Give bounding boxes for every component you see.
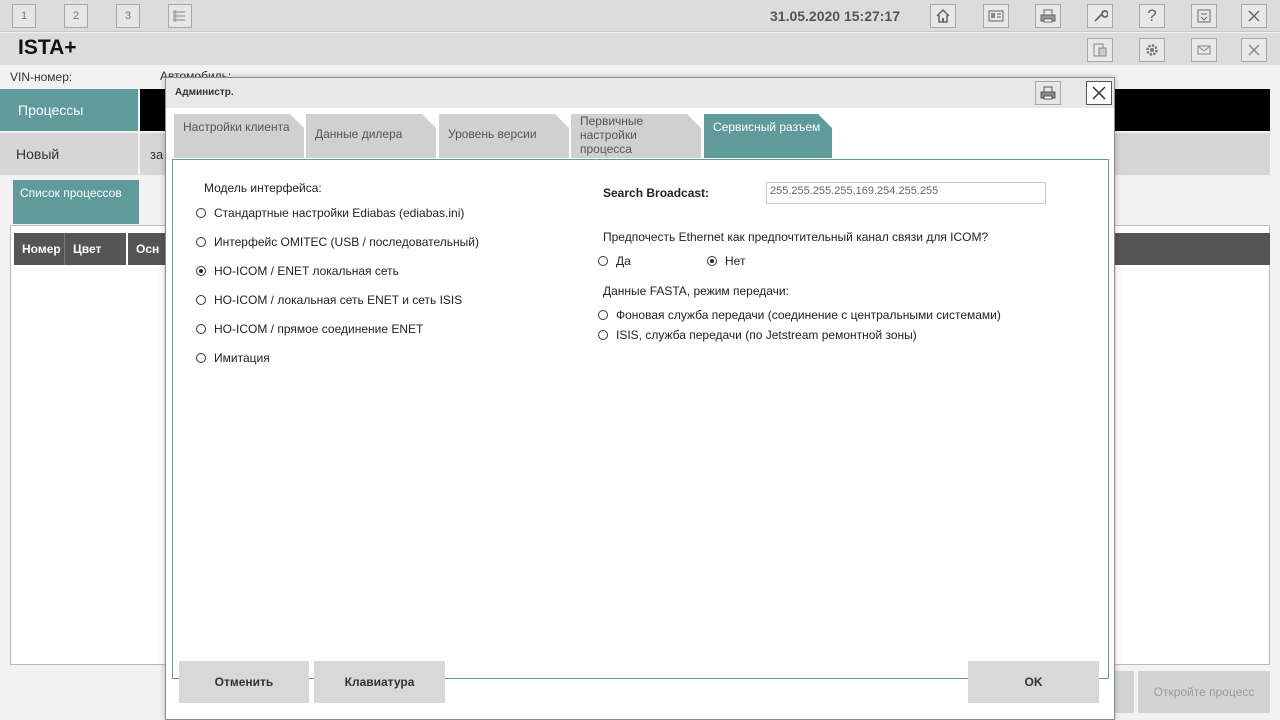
tab-dealer-data[interactable]: Данные дилера <box>306 114 436 158</box>
option-label: HO-ICOM / локальная сеть ENET и сеть ISI… <box>214 293 463 307</box>
radio-button[interactable] <box>598 256 608 266</box>
tab-client-settings[interactable]: Настройки клиента <box>174 114 304 158</box>
list-icon[interactable] <box>168 4 192 28</box>
radio-button[interactable] <box>196 353 206 363</box>
ethernet-option-yes[interactable]: Да <box>598 254 631 268</box>
workspace-tab-2[interactable]: 2 <box>64 4 88 28</box>
id-card-icon[interactable] <box>983 4 1009 28</box>
radio-button[interactable] <box>196 295 206 305</box>
option-label: HO-ICOM / прямое соединение ENET <box>214 322 424 336</box>
tab-initial-process-settings[interactable]: Первичные настройки процесса <box>571 114 701 158</box>
gear-icon[interactable] <box>1139 38 1165 62</box>
workspace-tab-1[interactable]: 1 <box>12 4 36 28</box>
radio-button[interactable] <box>196 324 206 334</box>
ethernet-option-no[interactable]: Нет <box>707 254 745 268</box>
option-label: Нет <box>725 254 746 268</box>
radio-button[interactable] <box>196 266 206 276</box>
column-header-color[interactable]: Цвет <box>64 233 126 265</box>
tab-processes-label: Процессы <box>18 102 84 118</box>
vin-label: VIN-номер: <box>10 70 73 84</box>
close-icon[interactable] <box>1086 81 1112 105</box>
radio-button[interactable] <box>707 256 717 266</box>
ok-label: OK <box>1024 675 1043 689</box>
app-title: ISTA+ <box>18 36 77 59</box>
interface-model-label: Модель интерфейса: <box>204 181 322 195</box>
column-header-main[interactable]: Осн <box>128 233 168 265</box>
cancel-label: Отменить <box>214 675 274 689</box>
tab-processes[interactable]: Процессы <box>0 89 138 131</box>
mail-icon[interactable] <box>1191 38 1217 62</box>
search-broadcast-input[interactable]: 255.255.255.255,169.254.255.255 <box>766 182 1046 204</box>
open-process-button[interactable]: Откройте процесс <box>1138 671 1270 713</box>
radio-button[interactable] <box>598 330 608 340</box>
column-header-filler <box>1115 233 1270 265</box>
interface-option-icom-direct-enet[interactable]: HO-ICOM / прямое соединение ENET <box>196 322 423 336</box>
interface-option-icom-enet-lan[interactable]: HO-ICOM / ENET локальная сеть <box>196 264 399 278</box>
ethernet-preference-label: Предпочесть Ethernet как предпочтительны… <box>603 230 989 244</box>
option-label: Интерфейс OMITEC (USB / последовательный… <box>214 235 479 249</box>
ok-button[interactable]: OK <box>968 661 1099 703</box>
option-label: Фоновая служба передачи (соединение с це… <box>616 308 1001 322</box>
column-label: Цвет <box>73 242 102 256</box>
workspace-tab-3[interactable]: 3 <box>116 4 140 28</box>
radio-button[interactable] <box>196 208 206 218</box>
dialog-titlebar <box>166 78 1114 108</box>
minimize-icon[interactable] <box>1191 4 1217 28</box>
close-icon[interactable] <box>1241 4 1267 28</box>
option-label: HO-ICOM / ENET локальная сеть <box>214 264 399 278</box>
cancel-button[interactable]: Отменить <box>179 661 309 703</box>
radio-button[interactable] <box>598 310 608 320</box>
printer-icon[interactable] <box>1035 81 1061 105</box>
keyboard-button[interactable]: Клавиатура <box>314 661 445 703</box>
new-button[interactable]: Новый <box>0 133 138 175</box>
interface-option-simulation[interactable]: Имитация <box>196 351 270 365</box>
wrench-icon[interactable] <box>1087 4 1113 28</box>
printer-icon[interactable] <box>1035 4 1061 28</box>
new-label: Новый <box>16 146 60 162</box>
interface-option-icom-enet-isis[interactable]: HO-ICOM / локальная сеть ENET и сеть ISI… <box>196 293 462 307</box>
search-broadcast-label: Search Broadcast: <box>603 186 710 200</box>
option-label: Да <box>616 254 631 268</box>
column-label: Осн <box>136 242 160 256</box>
interface-option-ediabas[interactable]: Стандартные настройки Ediabas (ediabas.i… <box>196 206 464 220</box>
tab-label: Первичные настройки процесса <box>580 114 644 156</box>
dialog-title: Администр. <box>175 87 234 98</box>
tab-label: Данные дилера <box>315 127 403 141</box>
interface-option-omitec[interactable]: Интерфейс OMITEC (USB / последовательный… <box>196 235 479 249</box>
fasta-option-isis[interactable]: ISIS, служба передачи (по Jetstream ремо… <box>598 328 917 342</box>
open-process-label: Откройте процесс <box>1153 685 1255 699</box>
keyboard-label: Клавиатура <box>344 675 415 689</box>
tab-service-connector[interactable]: Сервисный разъем <box>704 114 832 158</box>
column-header-number[interactable]: Номер <box>14 233 64 265</box>
top-toolbar: 1 2 3 31.05.2020 15:27:17 ? <box>0 0 1280 32</box>
tab-process-list-label: Список процессов <box>20 186 122 200</box>
tab-label: Настройки клиента <box>183 120 290 134</box>
tab-process-list[interactable]: Список процессов <box>13 180 139 224</box>
fasta-mode-label: Данные FASTA, режим передачи: <box>603 284 789 298</box>
option-label: ISIS, служба передачи (по Jetstream ремо… <box>616 328 917 342</box>
home-icon[interactable] <box>930 4 956 28</box>
close-icon[interactable] <box>1241 38 1267 62</box>
device-icon[interactable] <box>1087 38 1113 62</box>
new-row-text: за <box>150 147 164 162</box>
option-label: Стандартные настройки Ediabas (ediabas.i… <box>214 206 465 220</box>
tab-label: Сервисный разъем <box>713 120 821 134</box>
radio-button[interactable] <box>196 237 206 247</box>
admin-dialog: Администр. Настройки клиента Данные диле… <box>165 77 1115 720</box>
help-icon[interactable]: ? <box>1139 4 1165 28</box>
option-label: Имитация <box>214 351 270 365</box>
fasta-option-background[interactable]: Фоновая служба передачи (соединение с це… <box>598 308 1001 322</box>
tab-version-level[interactable]: Уровень версии <box>439 114 569 158</box>
column-label: Номер <box>22 242 61 256</box>
tab-label: Уровень версии <box>448 127 537 141</box>
datetime-display: 31.05.2020 15:27:17 <box>770 8 900 24</box>
